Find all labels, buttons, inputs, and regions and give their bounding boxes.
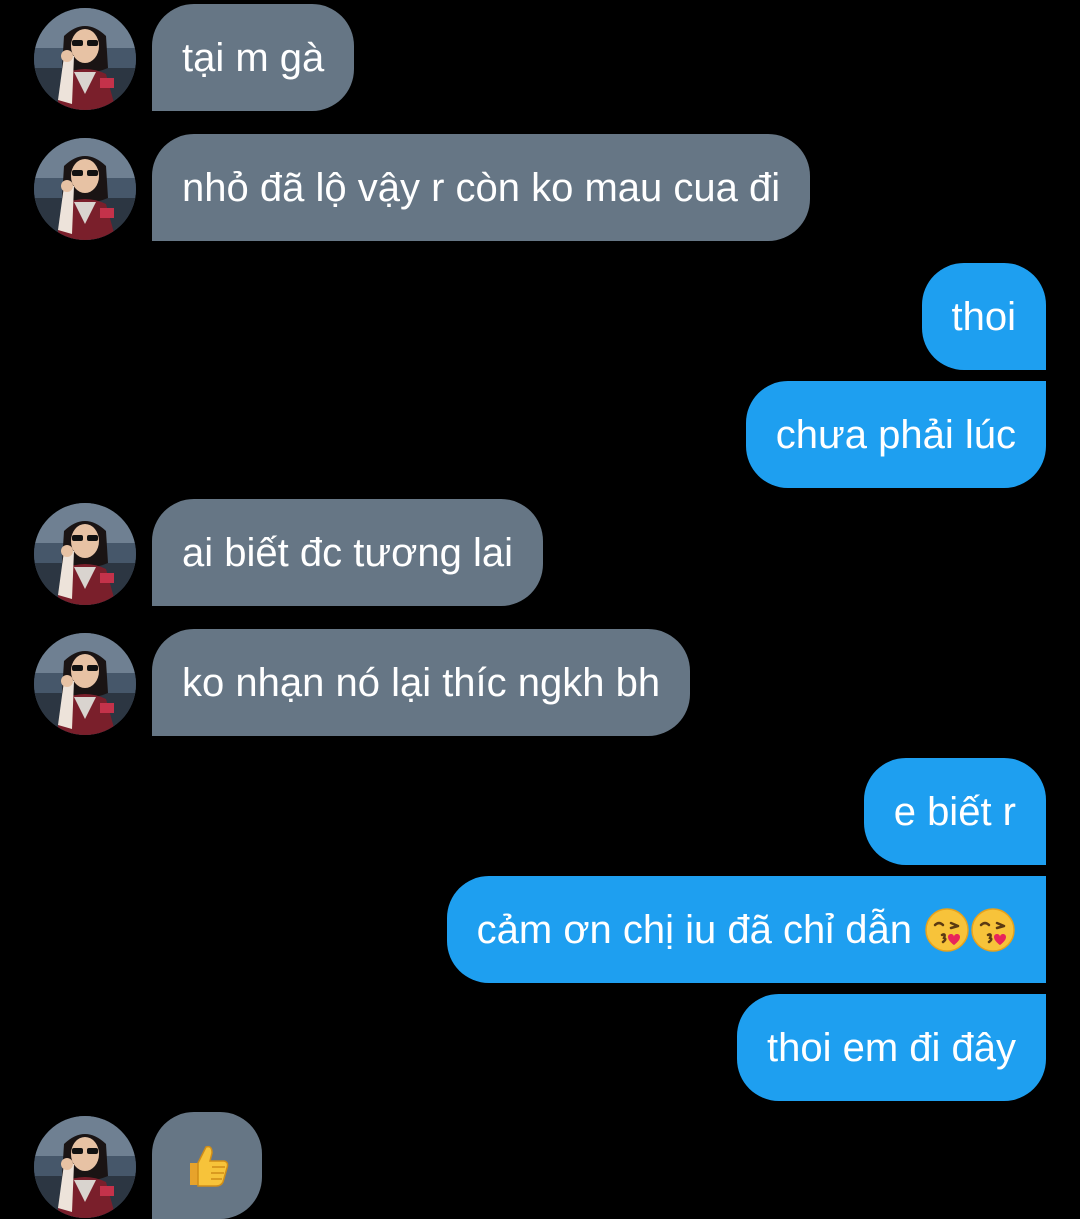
outgoing-message-bubble[interactable]: thoi — [921, 263, 1046, 370]
avatar-image — [34, 633, 136, 735]
contact-avatar[interactable] — [34, 1116, 136, 1218]
message-text: ko nhạn nó lại thíc ngkh bh — [182, 660, 661, 705]
avatar-image — [34, 8, 136, 110]
incoming-message-bubble[interactable]: nhỏ đã lộ vậy r còn ko mau cua đi — [152, 134, 811, 241]
message-thread: tại m gà nhỏ đã lộ vậy r còn ko mau cua … — [0, 0, 1080, 1219]
outgoing-message-bubble[interactable]: e biết r — [863, 758, 1046, 865]
message-text: chưa phải lúc — [775, 412, 1016, 457]
face-blowing-kiss-icon — [924, 907, 970, 953]
incoming-message-bubble[interactable] — [152, 1112, 262, 1219]
contact-avatar[interactable] — [34, 8, 136, 110]
emoji-group — [924, 907, 1016, 953]
incoming-message-bubble[interactable]: ko nhạn nó lại thíc ngkh bh — [152, 629, 691, 736]
outgoing-message-bubble[interactable]: chưa phải lúc — [745, 381, 1046, 488]
message-text: tại m gà — [182, 35, 325, 80]
outgoing-message-bubble[interactable]: thoi em đi đây — [736, 994, 1046, 1101]
outgoing-message-bubble[interactable]: cảm ơn chị iu đã chỉ dẫn — [446, 876, 1046, 983]
incoming-message-bubble[interactable]: ai biết đc tương lai — [152, 499, 543, 606]
contact-avatar[interactable] — [34, 138, 136, 240]
incoming-message-bubble[interactable]: tại m gà — [152, 4, 355, 111]
thumbs-up-icon — [182, 1141, 232, 1191]
message-text: thoi — [951, 294, 1017, 339]
contact-avatar[interactable] — [34, 503, 136, 605]
message-text: cảm ơn chị iu đã chỉ dẫn — [476, 907, 912, 952]
message-text: ai biết đc tương lai — [182, 530, 513, 575]
message-text: nhỏ đã lộ vậy r còn ko mau cua đi — [182, 165, 781, 210]
face-blowing-kiss-icon — [970, 907, 1016, 953]
avatar-image — [34, 503, 136, 605]
message-text: thoi em đi đây — [766, 1025, 1016, 1070]
avatar-image — [34, 138, 136, 240]
contact-avatar[interactable] — [34, 633, 136, 735]
avatar-image — [34, 1116, 136, 1218]
message-text: e biết r — [893, 789, 1016, 834]
